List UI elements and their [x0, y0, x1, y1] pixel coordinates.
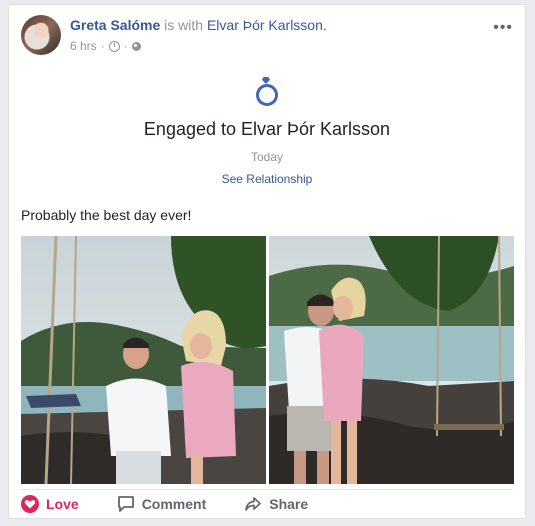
- with-text: is with: [164, 17, 204, 33]
- more-options-button[interactable]: •••: [493, 19, 513, 37]
- see-relationship-link[interactable]: See Relationship: [9, 172, 525, 186]
- clock-icon: [108, 40, 120, 52]
- meta-separator: ·: [100, 39, 105, 53]
- life-event-date: Today: [250, 150, 284, 164]
- proposal-photo-right[interactable]: [269, 236, 514, 484]
- post-actions: Love Comment Share: [21, 489, 513, 518]
- post-header: Greta Salóme is with Elvar Þór Karlsson.…: [21, 15, 513, 59]
- share-button[interactable]: Share: [244, 495, 308, 513]
- post-meta: 6 hrs · ·: [70, 39, 141, 53]
- author-line: Greta Salóme is with Elvar Þór Karlsson.: [70, 17, 327, 33]
- love-label: Love: [46, 496, 79, 512]
- photo-grid: [21, 236, 514, 484]
- comment-button[interactable]: Comment: [117, 495, 207, 513]
- ring-icon: [255, 77, 279, 106]
- tagged-person[interactable]: Elvar Þór Karlsson.: [207, 17, 327, 33]
- heart-icon: [21, 495, 39, 513]
- author-avatar[interactable]: [21, 15, 61, 55]
- share-icon: [245, 497, 262, 511]
- life-event-title: Engaged to Elvar Þór Karlsson: [143, 119, 391, 139]
- comment-label: Comment: [141, 496, 207, 512]
- love-button[interactable]: Love: [21, 495, 79, 513]
- proposal-photo-left[interactable]: [21, 236, 266, 484]
- comment-icon: [117, 496, 134, 512]
- author-name[interactable]: Greta Salóme: [70, 17, 160, 33]
- feed-post: Greta Salóme is with Elvar Þór Karlsson.…: [8, 4, 526, 519]
- post-time[interactable]: 6 hrs: [70, 39, 97, 53]
- share-label: Share: [269, 496, 309, 512]
- globe-icon[interactable]: [131, 41, 141, 51]
- life-event: Engaged to Elvar Þór Karlsson Today See …: [9, 77, 525, 186]
- meta-separator: ·: [123, 39, 128, 53]
- post-text: Probably the best day ever!: [21, 207, 192, 223]
